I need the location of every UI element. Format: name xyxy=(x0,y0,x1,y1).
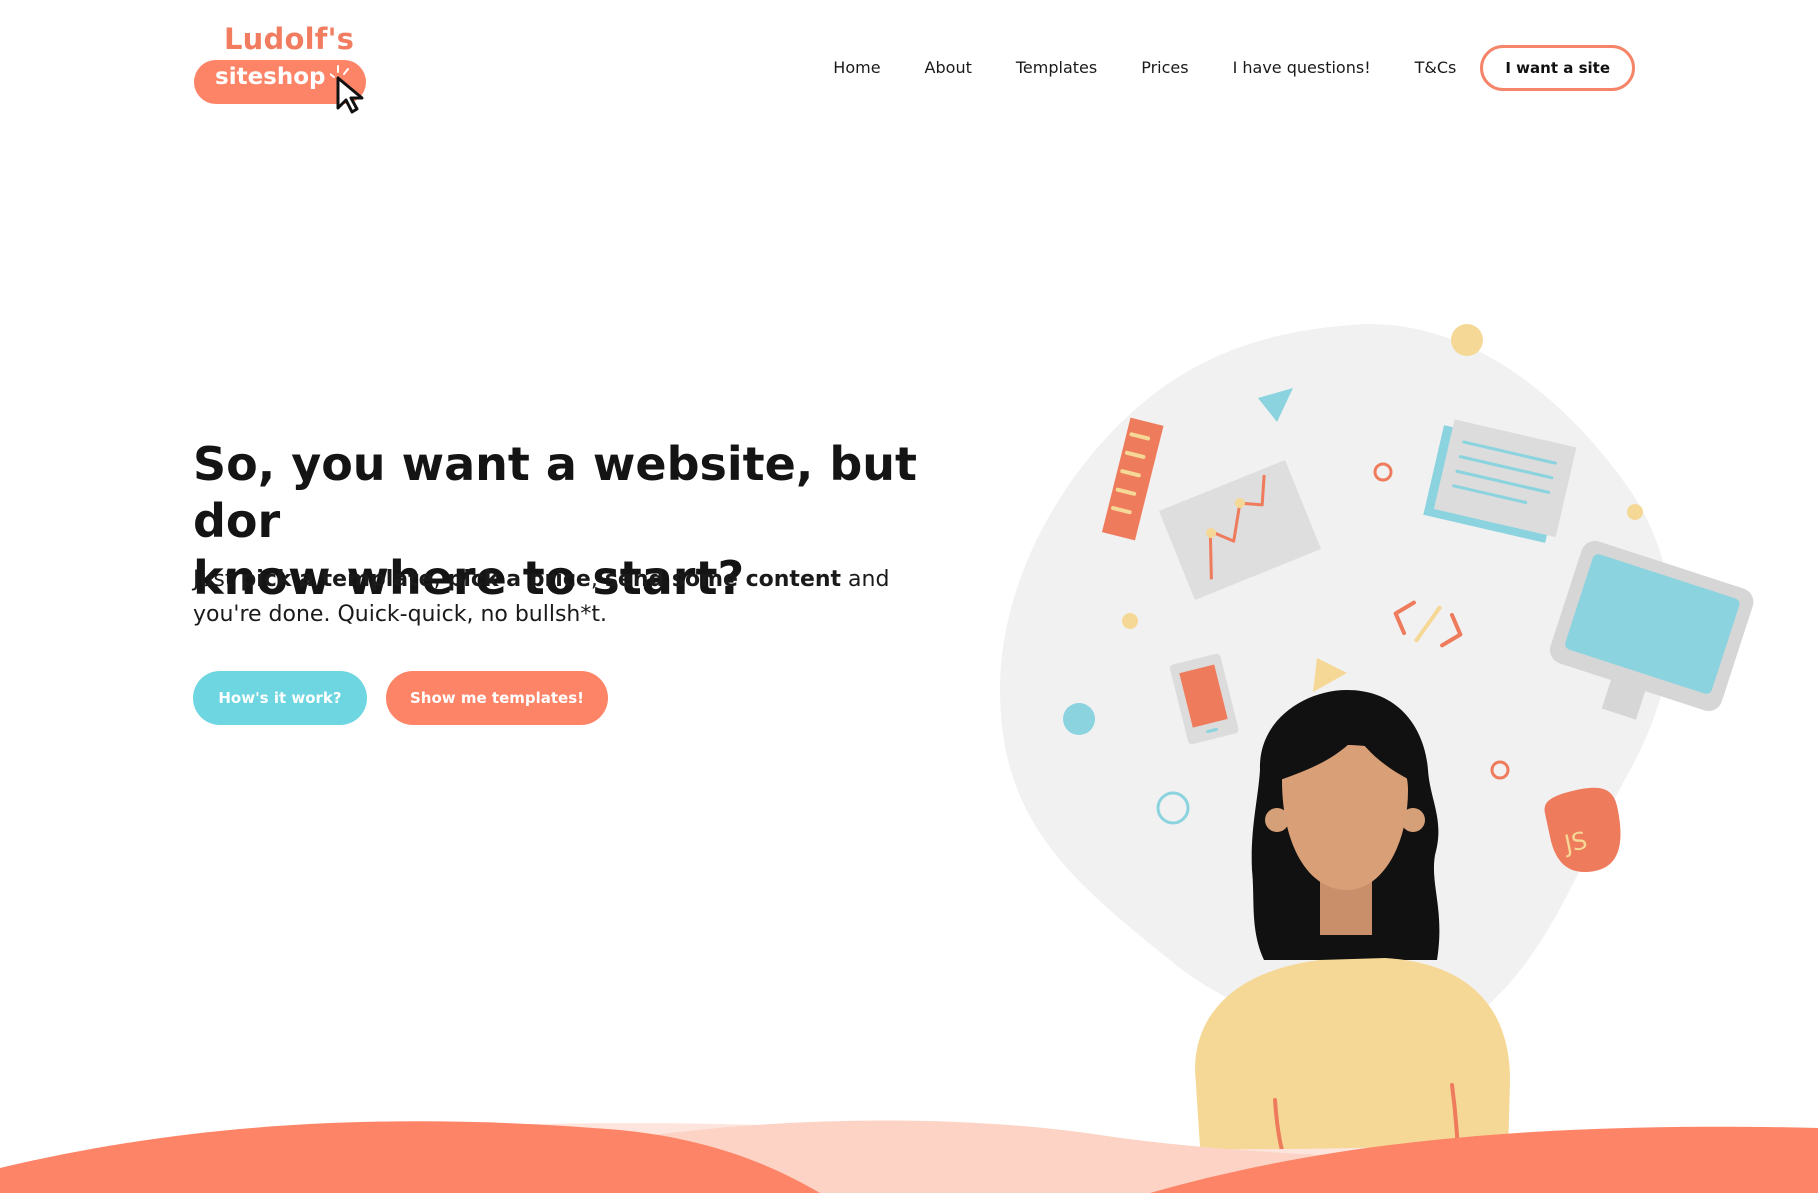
logo-wordmark-top: Ludolf's xyxy=(224,22,355,56)
sub-pick-price: pick a price xyxy=(447,567,591,592)
nav-questions[interactable]: I have questions! xyxy=(1233,46,1371,90)
nav-home[interactable]: Home xyxy=(833,46,880,90)
dot-yellow-top xyxy=(1451,324,1483,356)
dot-teal xyxy=(1063,703,1095,735)
how-it-works-button[interactable]: How's it work? xyxy=(193,671,367,725)
dot-yellow-left xyxy=(1122,613,1138,629)
bottom-waves xyxy=(0,1120,1818,1193)
sub-pick-template: pick a template xyxy=(240,567,434,592)
logo-link[interactable]: Ludolf's siteshop xyxy=(194,22,374,118)
logo-wordmark-bottom: siteshop xyxy=(215,64,326,90)
sub-just: Just xyxy=(193,567,241,592)
want-site-button[interactable]: I want a site xyxy=(1480,45,1635,91)
sub-comma-1: , xyxy=(433,567,448,592)
nav-about[interactable]: About xyxy=(925,46,972,90)
cursor-icon xyxy=(330,65,364,114)
dot-yellow-right xyxy=(1627,504,1643,520)
sub-comma-2: , xyxy=(590,567,605,592)
hero-subtitle: Just pick a template, pick a price, send… xyxy=(193,562,893,632)
nav-prices[interactable]: Prices xyxy=(1141,46,1188,90)
nav-terms[interactable]: T&Cs xyxy=(1415,46,1457,90)
show-templates-button[interactable]: Show me templates! xyxy=(386,671,608,725)
hero-illustration: JS xyxy=(1000,324,1754,1193)
sub-send-content: send some content xyxy=(604,567,842,592)
main-nav: Home About Templates Prices I have quest… xyxy=(789,45,1635,91)
nav-templates[interactable]: Templates xyxy=(1016,46,1097,90)
